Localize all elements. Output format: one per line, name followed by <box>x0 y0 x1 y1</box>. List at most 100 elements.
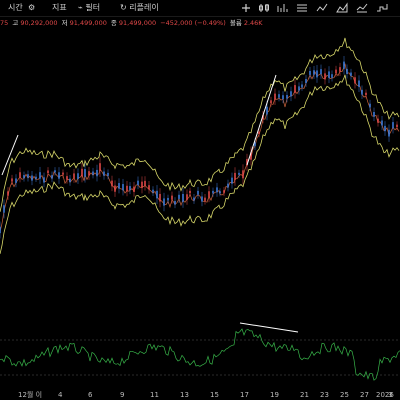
price-chart-canvas[interactable] <box>0 30 400 400</box>
candle-body <box>126 185 128 192</box>
candle-body <box>204 197 206 201</box>
bollinger-lower-band <box>0 74 400 254</box>
candle-body <box>178 194 180 199</box>
candle-body <box>11 178 13 182</box>
volume-value: 2.46K <box>243 19 263 27</box>
candle-body <box>377 118 379 123</box>
candle-body <box>0 226 1 234</box>
tab-replay[interactable]: ↻ 리플레이 <box>120 0 159 16</box>
candle-body <box>167 197 169 201</box>
close-label: 종 <box>110 19 117 27</box>
candle-body <box>31 175 33 181</box>
candle-body <box>163 198 165 206</box>
x-axis-label: 6 <box>88 391 93 399</box>
x-axis: 12월 이 4 6 9 11 13 15 17 19 21 23 25 27 2026 3 <box>0 391 400 400</box>
low-value: 91,499,000 <box>69 19 107 27</box>
candle-body <box>396 124 398 128</box>
candle-body <box>88 171 90 176</box>
candle-body <box>54 170 56 173</box>
candle-body <box>328 71 330 78</box>
plus-icon[interactable] <box>240 2 252 14</box>
candle-body <box>274 93 276 100</box>
high-value: 90,292,000 <box>20 19 58 27</box>
step-line-icon[interactable] <box>376 2 388 14</box>
candle-body <box>23 175 25 179</box>
indicator-trendline <box>239 322 299 333</box>
stacked-lines-icon[interactable] <box>296 2 308 14</box>
indicator-line <box>0 328 400 381</box>
candle-body <box>388 129 390 137</box>
candle-body <box>294 85 296 93</box>
tab-time[interactable]: 시간 <box>8 0 23 16</box>
candle-body <box>361 89 363 95</box>
candle-body <box>84 169 86 177</box>
candle-body <box>99 163 101 171</box>
candle-body <box>242 170 244 179</box>
candle-body <box>216 187 218 193</box>
x-axis-label: 19 <box>270 391 279 399</box>
candle-body <box>201 196 203 202</box>
candle-body <box>270 100 272 104</box>
candle-body <box>193 197 195 201</box>
candle-body <box>77 173 79 180</box>
candle-body <box>324 73 326 80</box>
candle-body <box>305 79 307 84</box>
x-axis-label: 17 <box>240 391 249 399</box>
candle-body <box>278 94 280 98</box>
candle-body <box>69 178 71 183</box>
candle-body <box>15 178 17 183</box>
candle-body <box>39 172 41 179</box>
gear-icon[interactable]: ⚙ <box>28 0 35 16</box>
x-axis-label: 4 <box>58 391 63 399</box>
x-axis-label: 25 <box>340 391 349 399</box>
candle-body <box>152 189 154 193</box>
candle-body <box>156 190 158 199</box>
candle-body <box>43 177 45 183</box>
candle-body <box>66 176 68 180</box>
candle-body <box>234 172 236 181</box>
candle-body <box>266 106 268 115</box>
candle-body <box>313 70 315 75</box>
close-value: 91,499,000 <box>118 19 157 27</box>
filter-icon: ⌁ <box>78 3 83 12</box>
candle-body <box>73 173 75 179</box>
candle-body <box>19 172 21 178</box>
candle-body <box>354 77 356 84</box>
candle-body <box>96 169 98 177</box>
candle-body <box>350 72 352 76</box>
candle-body <box>373 111 375 117</box>
area-chart-icon[interactable] <box>336 2 348 14</box>
candle-body <box>122 184 124 191</box>
tab-filter[interactable]: ⌁ 필터 <box>78 0 100 16</box>
candle-body <box>118 183 120 189</box>
candle-body <box>231 177 233 184</box>
x-axis-label: 12월 이 <box>18 391 43 399</box>
open-value: 75 <box>0 19 9 27</box>
tab-filter-label: 필터 <box>85 3 101 12</box>
baseline-icon[interactable] <box>356 2 368 14</box>
candle-body <box>346 68 348 74</box>
candle-body <box>301 84 303 88</box>
bar-chart-icon[interactable] <box>276 2 288 14</box>
candle-body <box>174 200 176 205</box>
candle-body <box>35 176 37 179</box>
replay-icon: ↻ <box>120 3 127 12</box>
candle-body <box>141 181 143 189</box>
candle-body <box>7 191 9 196</box>
trendline-rally <box>246 74 277 166</box>
candle-body <box>369 103 371 108</box>
candle-body <box>286 95 288 99</box>
candle-body <box>227 183 229 188</box>
candlestick-icon[interactable] <box>258 2 270 14</box>
candle-body <box>189 190 191 194</box>
candle-body <box>309 70 311 75</box>
candle-body <box>238 172 240 175</box>
change-value: −452,000 (−0.49%) <box>160 19 226 27</box>
tab-indicators[interactable]: 지표 <box>52 0 67 16</box>
line-chart-icon[interactable] <box>316 2 328 14</box>
candle-body <box>290 91 292 97</box>
moving-average-line <box>0 63 400 232</box>
x-axis-label: 9 <box>120 391 125 399</box>
candle-body <box>282 95 284 100</box>
volume-label: 볼륨 <box>229 19 242 27</box>
